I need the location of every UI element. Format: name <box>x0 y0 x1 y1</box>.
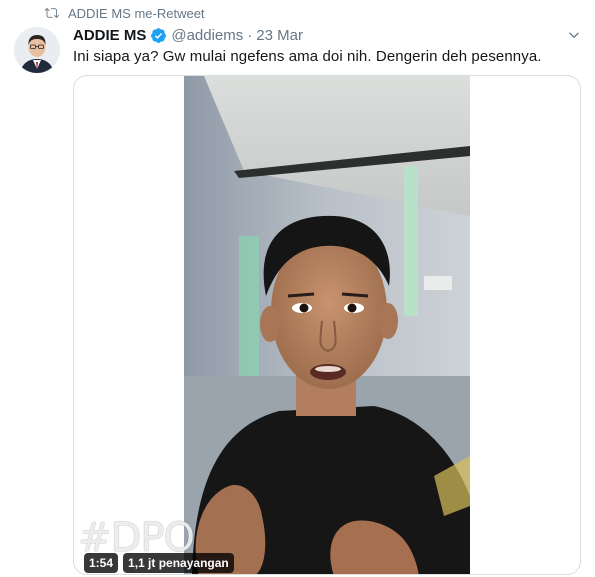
tweet-header: ADDIE MS @addiems · 23 Mar <box>73 25 303 45</box>
video-watermark: #DPO <box>78 515 195 561</box>
retweet-icon <box>45 6 59 20</box>
tweet-text: Ini siapa ya? Gw mulai ngefens ama doi n… <box>73 48 542 65</box>
video-views-badge: 1,1 jt penayangan <box>123 553 234 573</box>
more-options-chevron-down-icon[interactable] <box>566 27 582 43</box>
tweet-date[interactable]: 23 Mar <box>256 27 303 44</box>
separator-dot: · <box>247 26 253 44</box>
verified-badge-icon <box>150 27 167 44</box>
video-duration-badge: 1:54 <box>84 553 119 573</box>
retweet-label: ADDIE MS me-Retweet <box>68 5 205 21</box>
user-handle[interactable]: @addiems <box>171 27 243 44</box>
video-media-card[interactable] <box>73 75 581 575</box>
video-player[interactable] <box>184 76 470 574</box>
display-name[interactable]: ADDIE MS <box>73 27 146 44</box>
retweet-context[interactable]: ADDIE MS me-Retweet <box>45 4 205 22</box>
video-info-badges: 1:54 1,1 jt penayangan <box>84 553 234 573</box>
tweet[interactable]: ADDIE MS me-Retweet ADDIE MS @addiems · … <box>0 0 595 577</box>
avatar[interactable] <box>14 27 60 73</box>
